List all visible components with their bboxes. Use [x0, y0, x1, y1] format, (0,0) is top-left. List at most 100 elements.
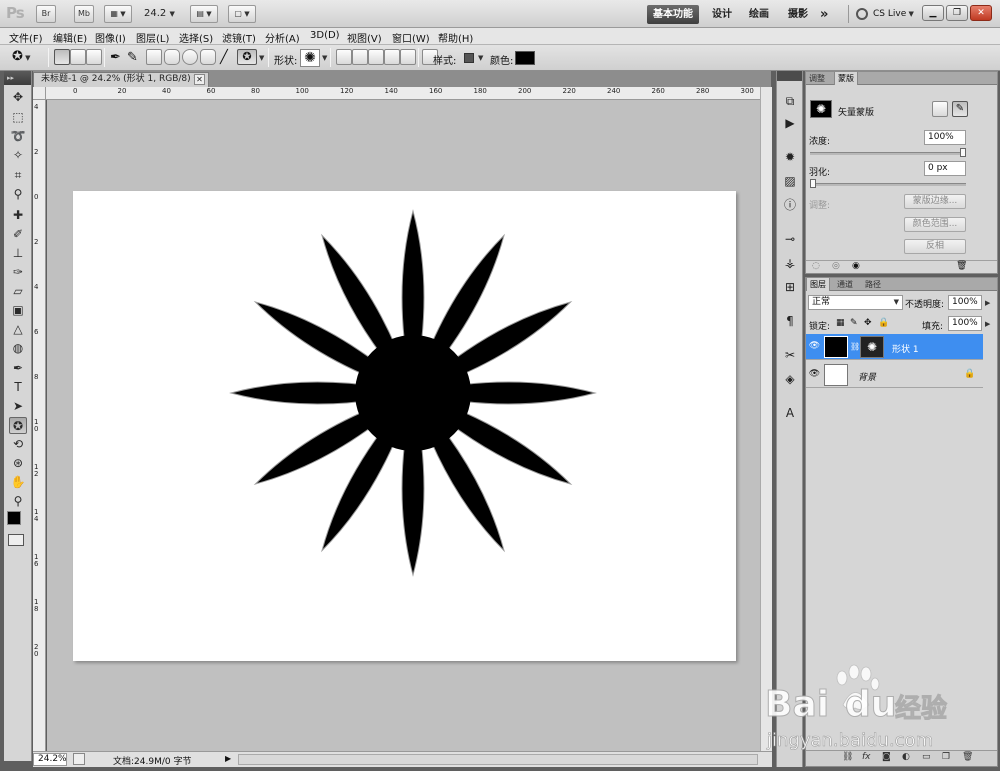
menu-3d[interactable]: 3D(D): [310, 30, 340, 41]
gradient-tool-icon[interactable]: ▣: [9, 302, 27, 319]
paths-button[interactable]: [70, 49, 86, 65]
invert-button[interactable]: 反相: [904, 239, 966, 254]
clone-source-icon[interactable]: ⊸: [782, 231, 798, 247]
path-selection-icon[interactable]: ➤: [9, 398, 27, 415]
history-brush-icon[interactable]: ✑: [9, 264, 27, 281]
polygon-tool-button[interactable]: [200, 49, 216, 65]
workspace-painting[interactable]: 绘画: [743, 5, 775, 24]
line-tool-icon[interactable]: ╱: [220, 50, 228, 65]
close-document-icon[interactable]: ✕: [194, 74, 205, 85]
tab-channels[interactable]: 通道: [834, 278, 856, 291]
menu-window[interactable]: 窗口(W): [392, 30, 430, 45]
menu-file[interactable]: 文件(F): [9, 30, 43, 45]
shape-picker[interactable]: ✺: [300, 49, 320, 67]
menu-help[interactable]: 帮助(H): [438, 30, 473, 45]
shape-layers-button[interactable]: [54, 49, 70, 65]
more-workspaces-button[interactable]: »: [814, 5, 834, 24]
tab-adjustments[interactable]: 调整: [806, 72, 828, 85]
actions-icon[interactable]: ▶: [782, 115, 798, 131]
chevron-down-icon[interactable]: ▼: [322, 54, 327, 62]
menu-layer[interactable]: 图层(L): [136, 30, 169, 45]
close-button[interactable]: ✕: [970, 5, 992, 21]
link-chain-icon[interactable]: ⛓: [850, 342, 860, 351]
load-selection-icon[interactable]: ◌: [812, 261, 820, 271]
delete-mask-icon[interactable]: 🗑: [956, 261, 967, 271]
healing-brush-icon[interactable]: ✚: [9, 207, 27, 224]
lock-all-icon[interactable]: 🔒: [878, 318, 889, 328]
quick-selection-icon[interactable]: ✧: [9, 147, 27, 164]
blend-mode-select[interactable]: 正常 ▼: [808, 295, 903, 310]
zoom-level-dropdown[interactable]: 24.2 ▼: [144, 8, 175, 19]
layer-name[interactable]: 背景: [858, 370, 876, 383]
status-arrow-icon[interactable]: ▶: [225, 754, 231, 763]
flower-shape[interactable]: [229, 209, 597, 577]
chevron-down-icon[interactable]: ▼: [259, 54, 264, 62]
lasso-tool-icon[interactable]: ➰: [9, 128, 27, 145]
vertical-scrollbar[interactable]: [760, 87, 772, 751]
document-canvas[interactable]: [73, 191, 736, 661]
ruler-origin[interactable]: [33, 87, 46, 100]
layer-fill-thumbnail[interactable]: [824, 336, 848, 358]
feather-input[interactable]: 0 px: [924, 161, 966, 176]
mask-visibility-icon[interactable]: ◉: [852, 261, 860, 271]
workspace-photography[interactable]: 摄影: [782, 5, 814, 24]
color-swatch[interactable]: [515, 51, 535, 65]
hand-tool-icon[interactable]: ✋: [9, 474, 27, 491]
cslive-button[interactable]: CS Live ▼: [873, 9, 914, 19]
minimize-button[interactable]: ▁: [922, 5, 944, 21]
custom-shape-tool-icon[interactable]: ✪: [9, 417, 27, 434]
horizontal-scrollbar[interactable]: [238, 754, 758, 765]
style-picker[interactable]: [464, 53, 474, 63]
eyedropper-tool-icon[interactable]: ⚲: [9, 186, 27, 203]
fill-input[interactable]: 100%: [948, 316, 982, 331]
lock-image-icon[interactable]: ✎: [850, 318, 858, 328]
vector-mask-layer-thumbnail[interactable]: ✺: [860, 336, 884, 358]
layer-row-shape-1[interactable]: 👁 ⛓ ✺ 形状 1: [806, 334, 983, 360]
select-vector-mask-button[interactable]: ✎: [952, 101, 968, 117]
eraser-tool-icon[interactable]: ▱: [9, 283, 27, 300]
menu-select[interactable]: 选择(S): [179, 30, 213, 45]
menu-analysis[interactable]: 分析(A): [265, 30, 300, 45]
intersect-shape-areas-button[interactable]: [384, 49, 400, 65]
menu-edit[interactable]: 编辑(E): [53, 30, 87, 45]
create-new-shape-layer-button[interactable]: [336, 49, 352, 65]
lock-position-icon[interactable]: ✥: [864, 318, 872, 328]
density-slider-handle[interactable]: [960, 148, 966, 157]
document-tab[interactable]: 未标题-1 @ 24.2% (形状 1, RGB/8) * ✕: [33, 72, 209, 87]
crop-tool-icon[interactable]: ⌗: [9, 167, 27, 184]
menu-view[interactable]: 视图(V): [347, 30, 382, 45]
feather-slider-handle[interactable]: [810, 179, 816, 188]
feather-slider[interactable]: [810, 179, 966, 188]
dock-collapse-handle[interactable]: [777, 71, 802, 81]
rectangle-tool-button[interactable]: [146, 49, 162, 65]
exclude-overlapping-button[interactable]: [400, 49, 416, 65]
swatches-icon[interactable]: ✂: [782, 347, 798, 363]
add-to-shape-area-button[interactable]: [352, 49, 368, 65]
blur-tool-icon[interactable]: △: [9, 321, 27, 338]
select-pixel-mask-button[interactable]: [932, 101, 948, 117]
brush-tool-icon[interactable]: ✐: [9, 226, 27, 243]
screen-mode-button[interactable]: ▢ ▼: [228, 5, 256, 23]
vertical-ruler[interactable]: 4 2 0 2 4 6 8 10 12 14 16 18 20: [33, 100, 46, 751]
tools-collapse-handle[interactable]: ▸▸: [4, 71, 31, 85]
dodge-tool-icon[interactable]: ◍: [9, 340, 27, 357]
chevron-right-icon[interactable]: ▶: [985, 299, 990, 307]
restore-button[interactable]: ❐: [946, 5, 968, 21]
chevron-right-icon[interactable]: ▶: [985, 320, 990, 328]
3d-panel-icon[interactable]: ◈: [782, 371, 798, 387]
menu-filter[interactable]: 滤镜(T): [222, 30, 256, 45]
quick-mask-icon[interactable]: [8, 534, 24, 546]
mask-edge-button[interactable]: 蒙版边缘...: [904, 194, 966, 209]
marquee-tool-icon[interactable]: ⬚: [9, 109, 27, 126]
workspace-design[interactable]: 设计: [706, 5, 738, 24]
3d-rotate-icon[interactable]: ⟲: [9, 436, 27, 453]
horizontal-ruler[interactable]: 0 20 40 60 80 100 120 140 160 180 200 220 240 260 280 3…: [46, 87, 760, 100]
status-menu-icon[interactable]: [73, 753, 85, 765]
tool-presets-icon[interactable]: ⚶: [782, 255, 798, 271]
zoom-field[interactable]: 24.2%: [33, 753, 67, 766]
layer-thumbnail[interactable]: [824, 364, 848, 386]
pen-tool-icon[interactable]: ✒: [110, 50, 121, 65]
info-icon[interactable]: ⓘ: [782, 197, 798, 213]
tool-preset-picker[interactable]: ✪ ▼: [12, 49, 42, 67]
arrange-documents-button[interactable]: ▤ ▼: [190, 5, 218, 23]
